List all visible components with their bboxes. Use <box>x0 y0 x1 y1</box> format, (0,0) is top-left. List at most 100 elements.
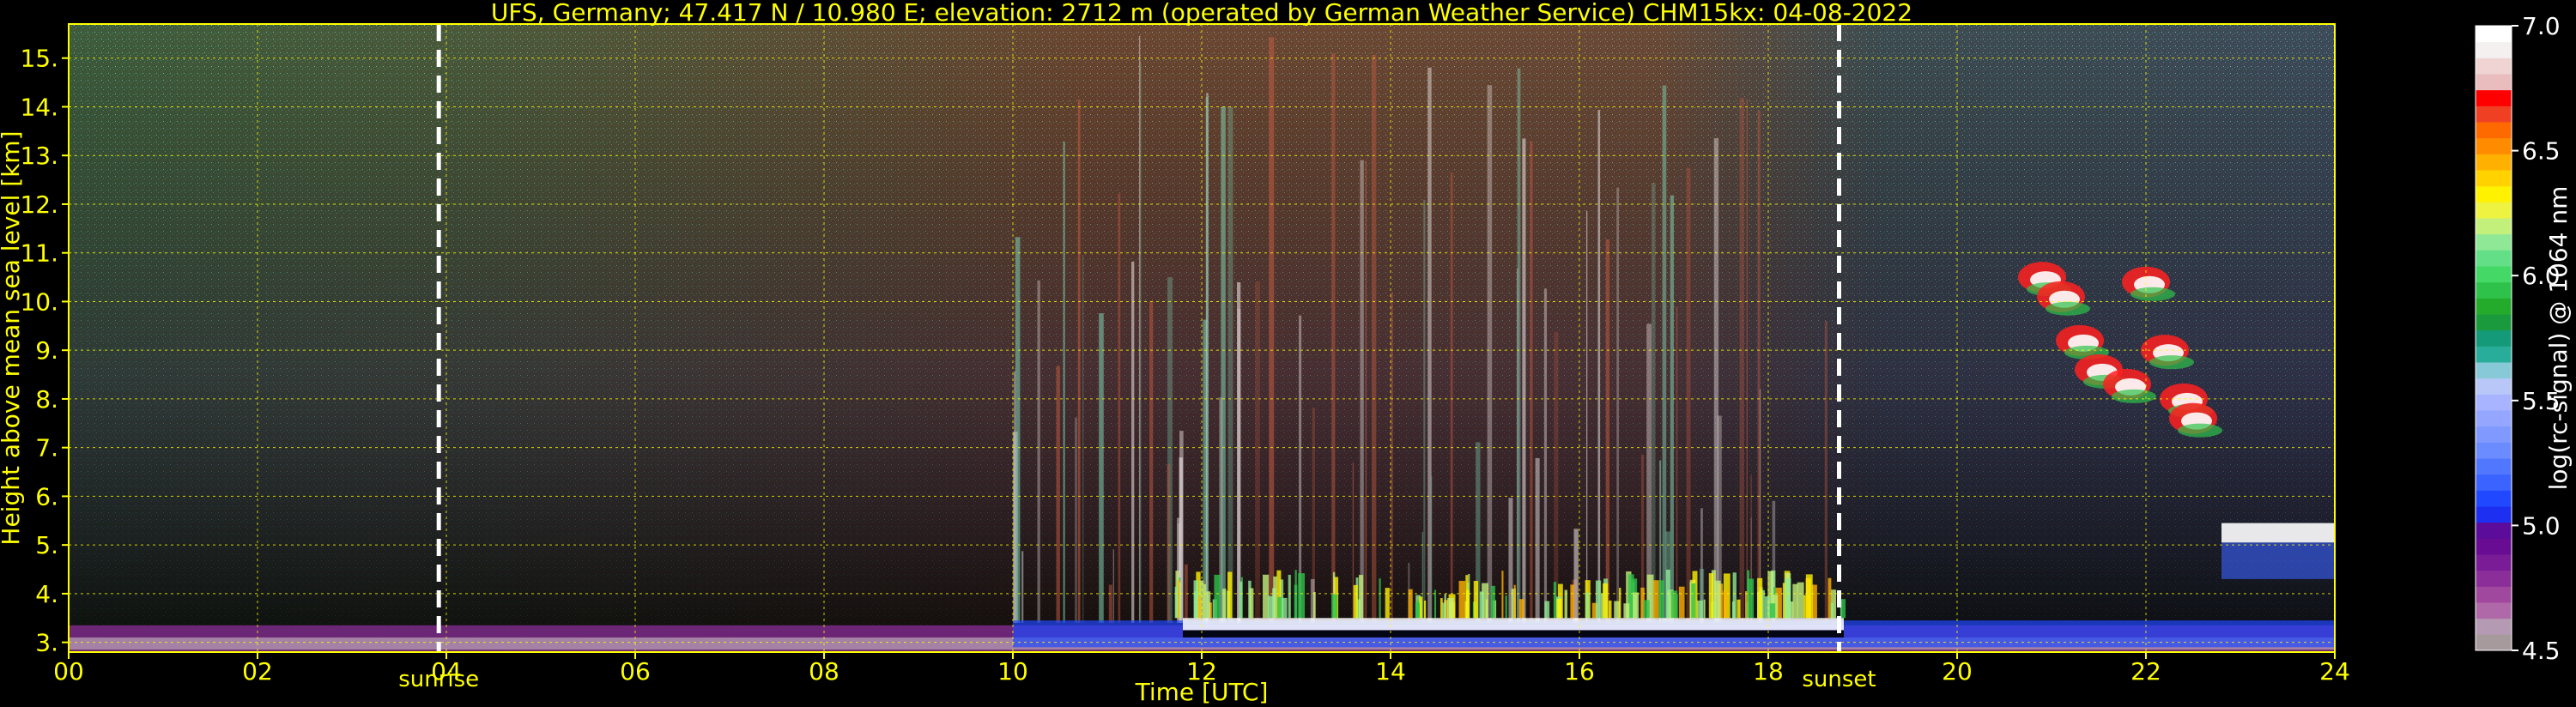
y-tick-label: 7. <box>35 434 58 462</box>
colorbar-segment <box>2476 522 2512 539</box>
colorbar-segment <box>2476 250 2512 267</box>
colorbar-segment <box>2476 41 2512 58</box>
signal-streak <box>1108 584 1112 623</box>
x-tick-label: 16 <box>1564 657 1595 686</box>
low-cloud-cell <box>1608 600 1612 619</box>
colorbar-segment <box>2476 26 2512 43</box>
low-cloud-cell <box>1313 592 1316 619</box>
mid-cloud-precip <box>2221 542 2335 579</box>
colorbar-tick-label: 7.0 <box>2522 12 2561 40</box>
x-axis-label: Time [UTC] <box>1135 678 1269 706</box>
signal-streak <box>1662 85 1667 623</box>
low-cloud-cell <box>1423 601 1427 619</box>
chart-title: UFS, Germany; 47.417 N / 10.980 E; eleva… <box>491 0 1912 27</box>
annotation-label-sunset: sunset <box>1802 667 1876 692</box>
colorbar-segment <box>2476 106 2512 123</box>
signal-streak <box>1554 332 1559 623</box>
y-axis-label: Height above mean sea level [km] <box>0 130 25 545</box>
signal-streak <box>1221 106 1226 623</box>
signal-streak <box>1227 106 1233 623</box>
low-cloud-cell <box>1765 596 1771 619</box>
signal-streak <box>1077 99 1081 623</box>
colorbar-segment <box>2476 298 2512 315</box>
cirrus-fringe <box>2131 287 2175 301</box>
colorbar-segment <box>2476 490 2512 507</box>
colorbar-segment <box>2476 154 2512 171</box>
colorbar-segment <box>2476 170 2512 187</box>
colorbar-segment <box>2476 185 2512 202</box>
signal-streak <box>1423 199 1426 623</box>
signal-streak <box>1112 549 1115 623</box>
low-cloud-cell <box>1544 601 1550 619</box>
x-tick-label: 14 <box>1375 657 1406 686</box>
colorbar-segment <box>2476 329 2512 347</box>
signal-streak <box>1530 141 1533 623</box>
cirrus-fringe <box>2046 301 2090 316</box>
colorbar-segment <box>2476 506 2512 523</box>
colorbar-segment <box>2476 314 2512 331</box>
low-cloud-cell <box>1769 603 1776 619</box>
colorbar-segment <box>2476 538 2512 555</box>
x-tick-label: 20 <box>1942 657 1973 686</box>
low-cloud-cell <box>1385 588 1390 619</box>
signal-streak <box>1487 85 1493 623</box>
low-cloud-cell <box>1505 595 1507 619</box>
colorbar-segment <box>2476 137 2512 154</box>
colorbar-segment <box>2476 570 2512 587</box>
low-cloud-cell <box>1473 581 1479 619</box>
low-cloud-cell <box>1518 599 1524 619</box>
x-tick-label: 06 <box>620 657 651 686</box>
signal-streak <box>1757 110 1761 623</box>
colorbar-tick-label: 6.5 <box>2522 137 2561 166</box>
y-tick-label: 12. <box>20 190 58 219</box>
low-cloud-cell <box>1353 584 1358 619</box>
colorbar-segment <box>2476 57 2512 75</box>
signal-streak <box>1605 239 1610 623</box>
low-cloud-cell <box>1840 599 1846 619</box>
signal-streak <box>1099 313 1104 623</box>
colorbar-segment <box>2476 89 2512 106</box>
signal-streak <box>1372 54 1377 623</box>
low-cloud-cell <box>1658 580 1664 619</box>
low-cloud-cell <box>1267 595 1275 619</box>
low-cloud-cell <box>1603 583 1609 619</box>
low-cloud-cell <box>1442 602 1446 619</box>
low-cloud-cell <box>1691 583 1696 619</box>
low-cloud-cell <box>1490 585 1495 619</box>
cloud-base <box>1183 618 1844 631</box>
y-tick-label: 10. <box>20 287 58 316</box>
colorbar-segment <box>2476 281 2512 299</box>
colorbar-segment <box>2476 442 2512 459</box>
low-cloud-cell <box>1670 590 1677 619</box>
colorbar-segment <box>2476 74 2512 91</box>
low-cloud-cell <box>1830 602 1834 619</box>
signal-streak <box>1074 417 1078 623</box>
colorbar-segment <box>2476 554 2512 571</box>
colorbar-segment <box>2476 474 2512 491</box>
low-cloud-cell <box>1239 581 1243 619</box>
mid-cloud-layer <box>2221 523 2335 543</box>
signal-streak <box>1713 138 1719 623</box>
signal-streak <box>1597 110 1601 623</box>
signal-streak <box>1522 138 1526 623</box>
low-cloud-cell <box>1805 574 1813 619</box>
signal-streak <box>1015 237 1021 623</box>
low-cloud-cell <box>1564 589 1567 619</box>
low-cloud-cell <box>1288 574 1291 619</box>
signal-streak <box>1205 97 1209 623</box>
x-tick-label: 22 <box>2131 657 2161 686</box>
signal-streak <box>1652 183 1656 623</box>
low-cloud-cell <box>1206 591 1211 619</box>
low-cloud-cell <box>1737 599 1741 619</box>
low-cloud-cell <box>1222 589 1227 619</box>
signal-streak <box>1167 463 1171 623</box>
signal-streak <box>1450 172 1453 623</box>
colorbar-segment <box>2476 266 2512 283</box>
signal-streak <box>1739 98 1744 623</box>
signal-streak <box>1670 195 1674 623</box>
colorbar-segment <box>2476 426 2512 443</box>
signal-streak <box>1535 457 1540 623</box>
signal-streak <box>1082 255 1084 623</box>
colorbar-segment <box>2476 233 2512 251</box>
colorbar-segment <box>2476 634 2512 651</box>
